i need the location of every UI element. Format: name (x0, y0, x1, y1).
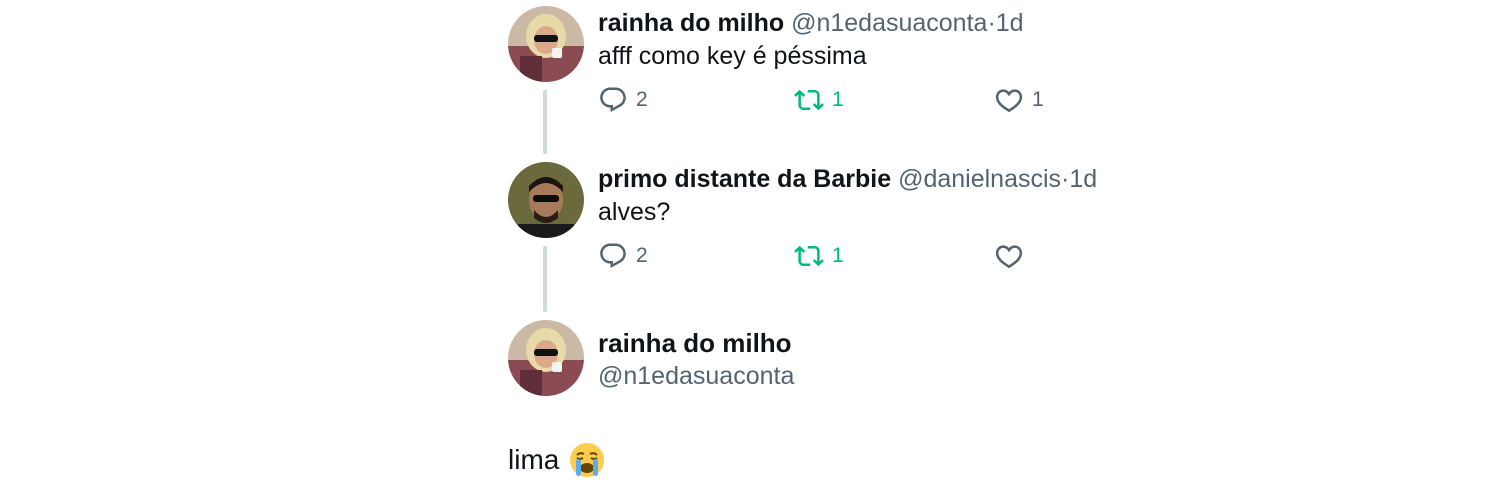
reply-count: 2 (636, 88, 648, 111)
tweet-actions: 2 1 1 (598, 84, 1078, 116)
author-handle[interactable]: @danielnascis (898, 165, 1061, 193)
retweet-count: 1 (832, 88, 844, 111)
tweet-header: rainha do milho @n1edasuaconta·1d (598, 8, 1024, 38)
loudly-crying-face-emoji-icon (570, 443, 605, 477)
separator-dot: · (987, 9, 996, 37)
reply-count: 2 (636, 244, 648, 267)
thread-connector (543, 90, 547, 154)
tweet-header: primo distante da Barbie @danielnascis·1… (598, 164, 1097, 194)
author-name[interactable]: rainha do milho (598, 328, 792, 359)
reply-button[interactable]: 2 (598, 84, 648, 116)
author-handle[interactable]: @n1edasuaconta (791, 9, 987, 37)
retweet-button[interactable]: 1 (794, 240, 844, 272)
avatar-woman-blonde-wig-sunglasses-icon (508, 320, 584, 396)
like-button[interactable]: 1 (994, 84, 1044, 116)
thread-connector (543, 246, 547, 312)
reply-icon (600, 87, 626, 113)
retweet-icon (794, 245, 824, 267)
tweet-actions: 2 1 (598, 240, 1078, 272)
reply-button[interactable]: 2 (598, 240, 648, 272)
main-tweet-text: lima (508, 444, 560, 475)
author-name[interactable]: rainha do milho (598, 9, 784, 37)
retweet-button[interactable]: 1 (794, 84, 844, 116)
reply-icon (600, 243, 626, 269)
author-handle[interactable]: @n1edasuaconta (598, 362, 794, 391)
tweet-text: afff como key é péssima (598, 42, 867, 70)
heart-icon (995, 89, 1023, 113)
heart-icon (995, 245, 1023, 269)
retweet-count: 1 (832, 244, 844, 267)
main-tweet-text-row: lima (508, 440, 605, 480)
avatar[interactable] (508, 320, 584, 396)
like-button[interactable] (994, 240, 1032, 272)
avatar[interactable] (508, 6, 584, 82)
tweet-text: alves? (598, 198, 671, 226)
retweet-icon (794, 89, 824, 111)
avatar-man-sunglasses-icon (508, 162, 584, 238)
avatar-woman-blonde-wig-sunglasses-icon (508, 6, 584, 82)
avatar[interactable] (508, 162, 584, 238)
author-name[interactable]: primo distante da Barbie (598, 165, 891, 193)
tweet-timestamp[interactable]: 1d (996, 9, 1024, 37)
tweet-timestamp[interactable]: 1d (1069, 165, 1097, 193)
like-count: 1 (1032, 88, 1044, 111)
